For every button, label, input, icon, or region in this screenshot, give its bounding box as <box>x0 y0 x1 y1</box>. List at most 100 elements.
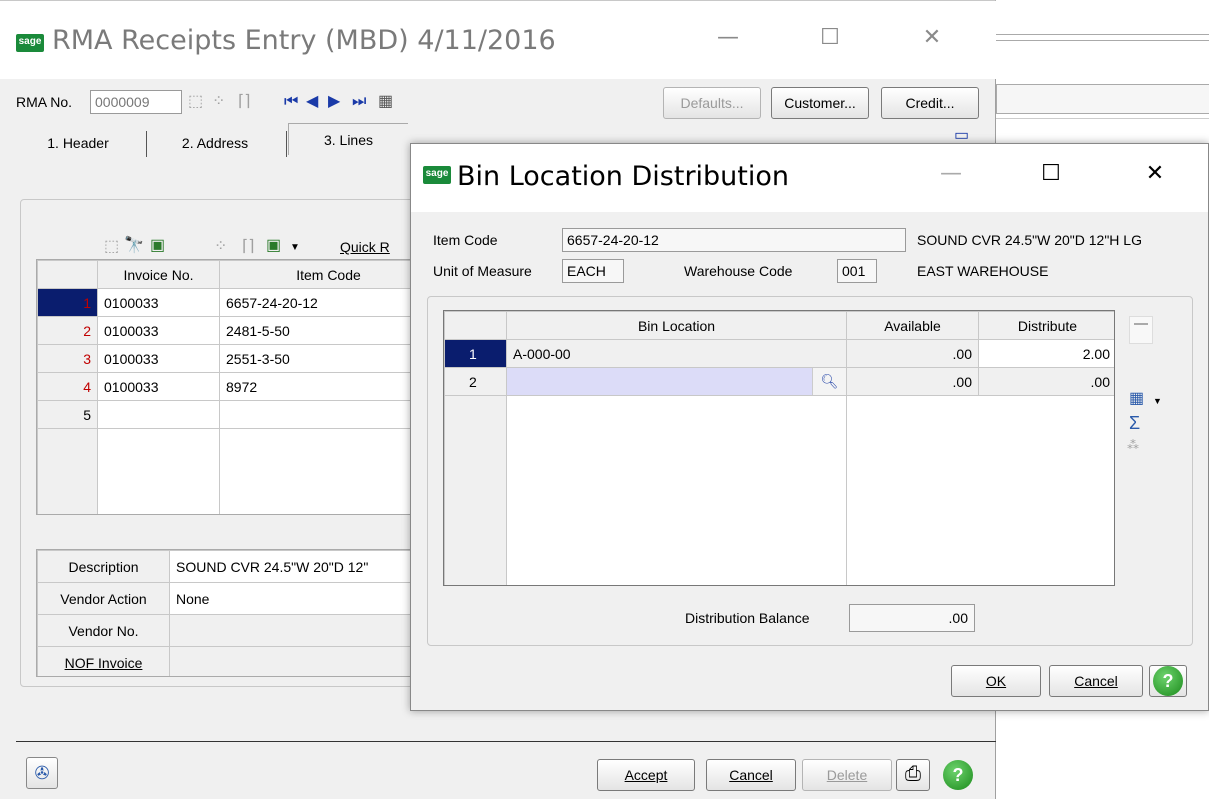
collapse-icon[interactable] <box>1129 316 1153 344</box>
invoice-cell[interactable]: 0100033 <box>97 316 220 345</box>
next-number-icon[interactable]: ⁘ <box>212 93 225 111</box>
dialog-close-button[interactable]: ✕ <box>1135 161 1175 186</box>
table-row[interactable]: 2 🔍︎ .00 .00 <box>444 367 1114 396</box>
table-row[interactable]: 4 0100033 8972 <box>37 372 411 401</box>
last-record-icon[interactable]: ⏭ <box>352 93 366 111</box>
sum-icon[interactable]: Σ <box>1129 414 1140 432</box>
close-button[interactable]: ✕ <box>912 25 952 50</box>
distribute-cell[interactable]: 2.00 <box>978 339 1114 368</box>
delete-button-label: Delete <box>826 767 868 783</box>
vendor-no-value[interactable] <box>169 614 411 647</box>
rma-no-input[interactable]: 0000009 <box>90 90 182 114</box>
distribute-header[interactable]: Distribute <box>978 311 1114 340</box>
row-number[interactable]: 5 <box>37 400 98 429</box>
distribution-balance-field: .00 <box>849 604 975 632</box>
ok-button[interactable]: OK <box>951 665 1041 697</box>
accept-button-label: Accept <box>624 767 668 783</box>
first-record-icon[interactable]: ⏮ <box>284 93 298 111</box>
item-code-cell[interactable]: 2551-3-50 <box>219 344 411 373</box>
windows-icon[interactable]: ✇ <box>26 757 58 789</box>
bin-location-cell[interactable]: A-000-00 <box>506 339 847 368</box>
quick-row-text: Quick R <box>340 239 390 255</box>
unit-of-measure-label: Unit of Measure <box>433 263 532 279</box>
bin-location-header[interactable]: Bin Location <box>506 311 847 340</box>
invoice-cell[interactable]: 0100033 <box>97 344 220 373</box>
warehouse-name: EAST WAREHOUSE <box>917 263 1049 279</box>
distribute-cell[interactable]: .00 <box>978 367 1114 396</box>
copy-icon[interactable]: ⁘ <box>214 238 227 256</box>
detail-row: Vendor Action None <box>37 582 411 615</box>
dialog-cancel-button[interactable]: Cancel <box>1049 665 1143 697</box>
options-icon[interactable]: ▣ <box>266 237 281 255</box>
invoice-cell[interactable]: 0100033 <box>97 372 220 401</box>
ok-button-label: OK <box>985 673 1007 689</box>
row-number[interactable]: 2 <box>37 316 98 345</box>
binoculars-icon[interactable]: 🔭 <box>124 237 144 255</box>
cancel-button[interactable]: Cancel <box>706 759 796 791</box>
nof-invoice-value[interactable] <box>169 646 411 676</box>
table-row[interactable]: 1 0100033 6657-24-20-12 <box>37 288 411 317</box>
table-row[interactable]: 3 0100033 2551-3-50 <box>37 344 411 373</box>
lines-grid: Invoice No. Item Code 1 0100033 6657-24-… <box>36 259 412 515</box>
insert-row-icon[interactable]: ⬚ <box>104 238 119 256</box>
bin-table: Bin Location Available Distribute 1 A-00… <box>444 311 1114 585</box>
search-icon[interactable]: 🔍︎ <box>812 368 846 395</box>
row-number[interactable]: 1 <box>37 288 98 317</box>
defaults-button[interactable]: Defaults... <box>663 87 761 119</box>
table-row[interactable]: 1 A-000-00 .00 2.00 <box>444 339 1114 368</box>
paste-icon[interactable]: ⌈⌉ <box>242 238 254 256</box>
chevron-down-icon[interactable]: ▼ <box>1153 392 1162 410</box>
rma-no-label: RMA No. <box>16 94 73 110</box>
lookup-icon[interactable]: ⬚ <box>188 93 203 111</box>
customer-button[interactable]: Customer... <box>771 87 869 119</box>
available-header[interactable]: Available <box>846 311 979 340</box>
credit-button[interactable]: Credit... <box>881 87 979 119</box>
delete-button[interactable]: Delete <box>802 759 892 791</box>
invoice-cell[interactable] <box>97 400 220 429</box>
row-number[interactable]: 3 <box>37 344 98 373</box>
vendor-action-value[interactable]: None <box>169 582 411 615</box>
invoice-no-header[interactable]: Invoice No. <box>97 260 220 289</box>
invoice-cell[interactable]: 0100033 <box>97 288 220 317</box>
tab-header[interactable]: 1. Header <box>18 127 138 159</box>
bin-location-dialog: sage Bin Location Distribution — ☐ ✕ Ite… <box>410 143 1209 711</box>
lookup-item-icon[interactable]: ▣ <box>150 237 165 255</box>
description-value[interactable]: SOUND CVR 24.5"W 20"D 12" <box>169 550 411 583</box>
nof-invoice-label: NOF Invoice <box>37 646 170 676</box>
item-code-cell[interactable]: 2481-5-50 <box>219 316 411 345</box>
table-row[interactable]: 2 0100033 2481-5-50 <box>37 316 411 345</box>
dialog-maximize-button[interactable]: ☐ <box>1031 161 1071 186</box>
vendor-no-label: Vendor No. <box>37 614 170 647</box>
dialog-title: Bin Location Distribution <box>457 161 790 192</box>
item-code-label: Item Code <box>433 232 498 248</box>
next-record-icon[interactable]: ▶ <box>328 93 340 111</box>
table-row[interactable]: 5 <box>37 400 411 429</box>
row-number[interactable]: 1 <box>444 339 507 368</box>
tab-lines[interactable]: 3. Lines <box>288 123 408 155</box>
line-details: Description SOUND CVR 24.5"W 20"D 12" Ve… <box>36 549 412 677</box>
bin-location-input-cell[interactable]: 🔍︎ <box>506 367 847 396</box>
calendar-icon[interactable]: ▦ <box>378 93 393 111</box>
maximize-button[interactable]: ☐ <box>810 25 850 50</box>
tab-address[interactable]: 2. Address <box>150 127 280 159</box>
item-code-cell[interactable]: 6657-24-20-12 <box>219 288 411 317</box>
item-code-header[interactable]: Item Code <box>219 260 411 289</box>
dialog-minimize-button[interactable]: — <box>931 161 971 186</box>
accept-button[interactable]: Accept <box>597 759 695 791</box>
delete-icon[interactable]: ⌈⌉ <box>238 93 250 111</box>
item-code-cell[interactable]: 8972 <box>219 372 411 401</box>
help-icon[interactable]: ? <box>943 760 973 790</box>
row-number[interactable]: 4 <box>37 372 98 401</box>
item-code-cell[interactable] <box>219 400 411 429</box>
row-number[interactable]: 2 <box>444 367 507 396</box>
previous-record-icon[interactable]: ◀ <box>306 93 318 111</box>
chart-icon[interactable]: ▦ <box>1129 390 1144 408</box>
print-icon[interactable]: ⎙ <box>896 759 930 791</box>
minimize-button[interactable]: — <box>708 25 748 50</box>
sage-logo: sage <box>16 34 44 52</box>
chevron-down-icon[interactable]: ▼ <box>290 239 300 257</box>
quick-row-label[interactable]: Quick R <box>340 239 390 255</box>
customer-button-label: Customer... <box>784 95 856 111</box>
dialog-help-button[interactable]: ? <box>1149 665 1187 697</box>
auto-distribute-icon[interactable]: ⁂ <box>1127 436 1139 454</box>
